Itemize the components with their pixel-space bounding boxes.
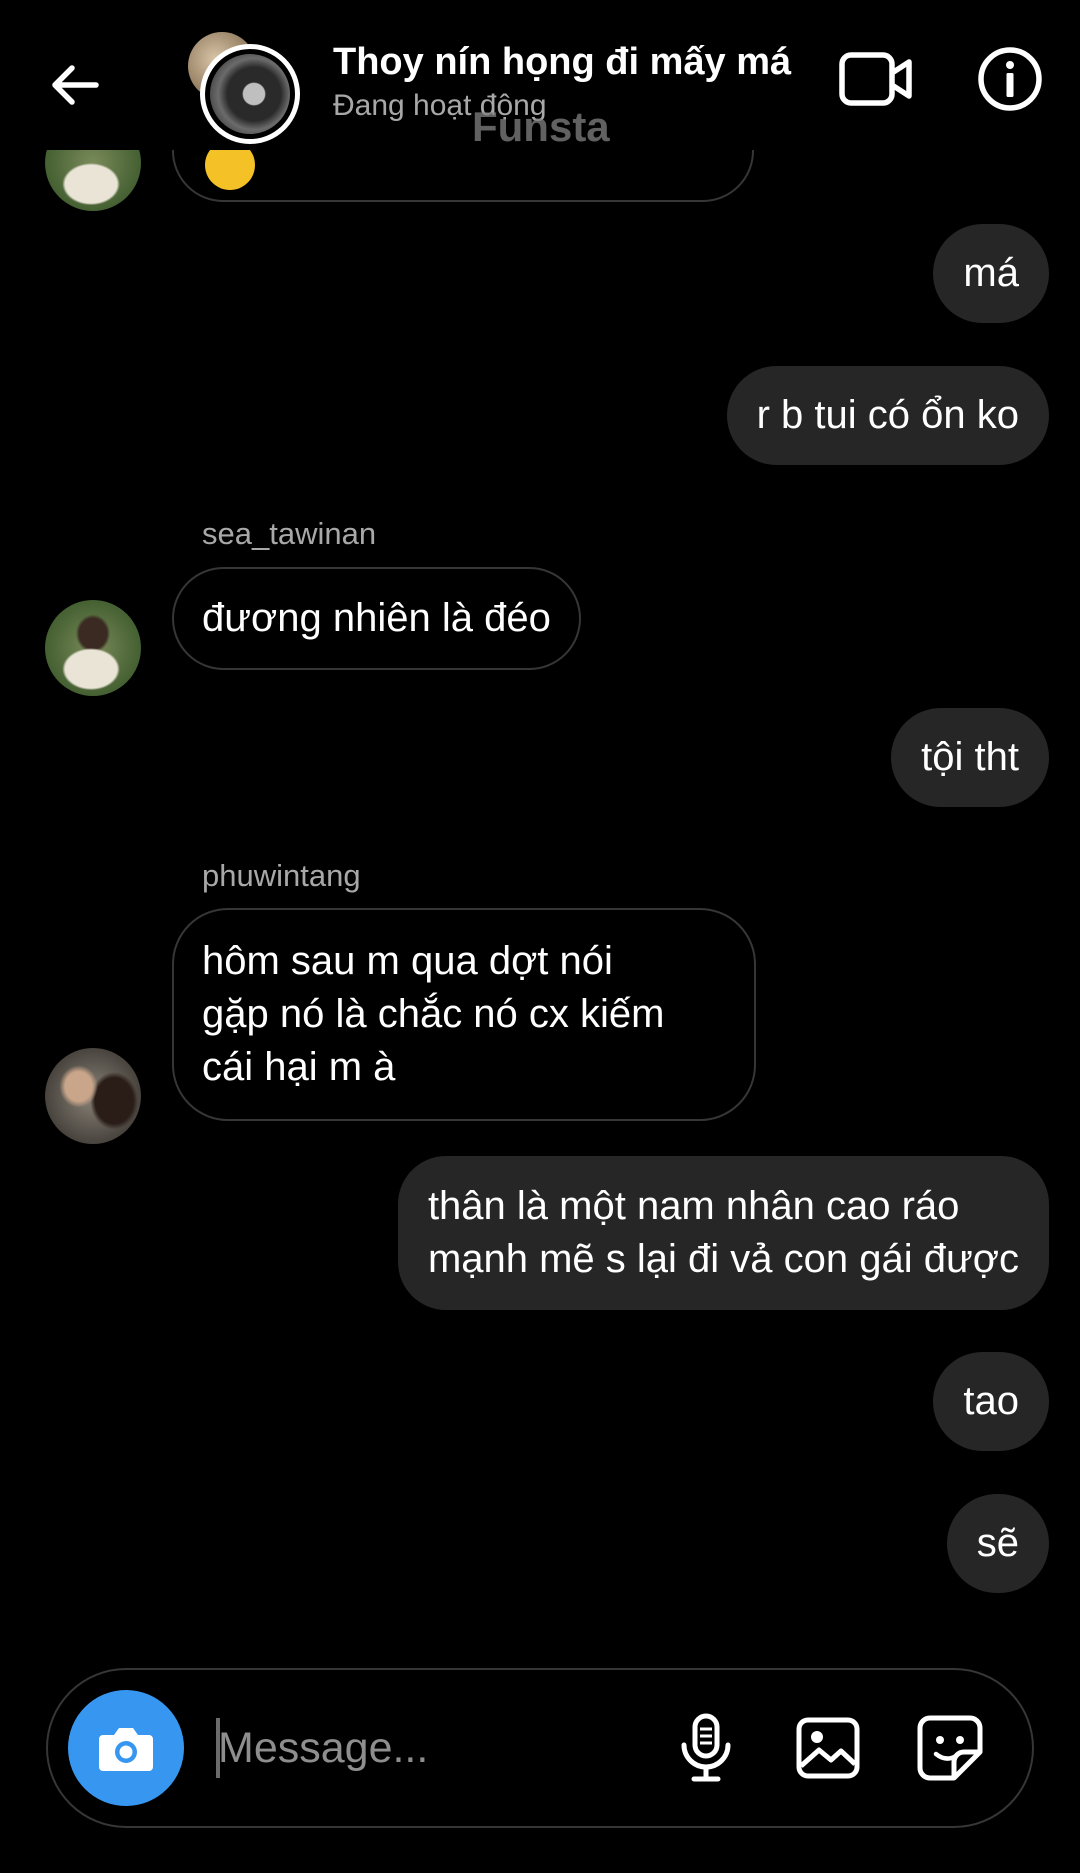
sticker-button[interactable] — [912, 1710, 988, 1786]
message-line: gặp nó là chắc nó cx kiếm — [202, 992, 665, 1036]
sender-name: sea_tawinan — [202, 516, 377, 551]
gallery-icon — [796, 1717, 860, 1779]
sticker-icon — [917, 1715, 983, 1781]
camera-button[interactable] — [68, 1690, 184, 1806]
message-bubble-outgoing[interactable]: sẽ — [946, 1494, 1049, 1593]
message-bubble-incoming[interactable]: đương nhiên là đéo — [172, 567, 581, 670]
message-text: má — [963, 251, 1019, 295]
avatar[interactable] — [45, 1048, 141, 1144]
message-text: r b tui có ổn ko — [756, 393, 1019, 437]
message-line: hôm sau m qua dợt nói — [202, 939, 613, 983]
camera-icon — [99, 1728, 153, 1771]
message-bubble-outgoing[interactable]: tao — [933, 1352, 1049, 1451]
sender-name: phuwintang — [202, 858, 361, 893]
video-call-icon — [839, 52, 912, 106]
message-bubble-outgoing[interactable]: r b tui có ổn ko — [726, 366, 1049, 465]
voice-message-button[interactable] — [668, 1710, 744, 1786]
message-text: đương nhiên là đéo — [202, 596, 551, 640]
video-call-button[interactable] — [836, 44, 916, 114]
chat-title-block[interactable]: Thoy nín họng đi mấy má Đang hoạt động — [333, 38, 813, 126]
info-button[interactable] — [975, 44, 1045, 114]
message-line: cái hại m à — [202, 1045, 396, 1089]
group-avatar-front — [205, 49, 295, 139]
chat-header: Thoy nín họng đi mấy má Đang hoạt động — [0, 0, 1080, 150]
message-bubble-outgoing[interactable]: má — [933, 224, 1049, 323]
message-line: mạnh mẽ s lại đi vả con gái được — [427, 1237, 1019, 1281]
microphone-icon — [681, 1713, 731, 1782]
message-input[interactable] — [218, 1712, 658, 1784]
info-icon — [978, 47, 1042, 111]
message-line: thân là một nam nhân cao ráo — [427, 1184, 960, 1228]
message-text: tao — [963, 1379, 1019, 1423]
back-button[interactable] — [40, 50, 110, 120]
message-text: sẽ — [976, 1521, 1019, 1565]
chat-title: Thoy nín họng đi mấy má — [333, 41, 792, 83]
message-text: tội tht — [921, 735, 1019, 779]
message-bubble-outgoing[interactable]: thân là một nam nhân cao ráo mạnh mẽ s l… — [397, 1156, 1049, 1310]
group-avatar[interactable] — [188, 32, 300, 144]
avatar[interactable] — [45, 600, 141, 696]
message-bubble-incoming[interactable]: hôm sau m qua dợt nói gặp nó là chắc nó … — [172, 908, 756, 1121]
active-status: Đang hoạt động — [333, 89, 547, 122]
message-bubble-outgoing[interactable]: tội tht — [891, 708, 1049, 807]
back-arrow-icon — [52, 65, 99, 105]
gallery-button[interactable] — [790, 1710, 866, 1786]
